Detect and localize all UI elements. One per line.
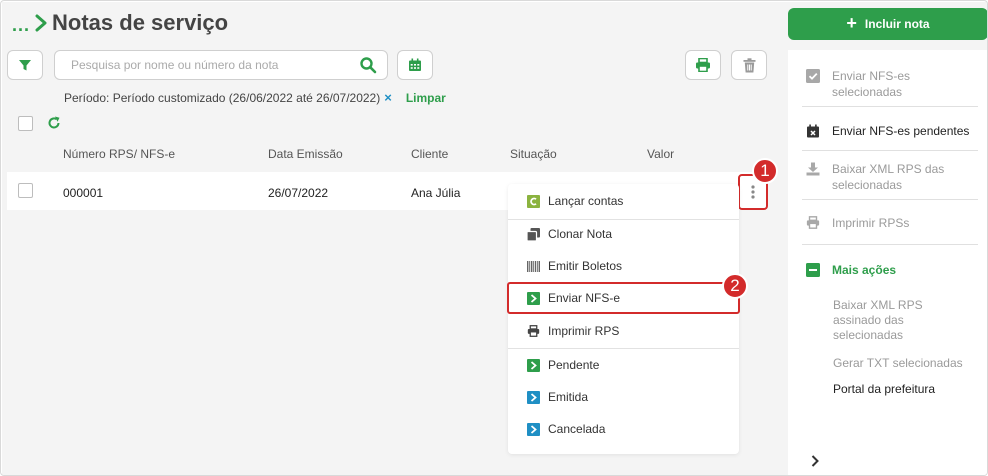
column-header-situacao[interactable]: Situação (510, 147, 557, 161)
row-actions-menu: Lançar contas Clonar Nota Emitir Boletos… (507, 184, 740, 454)
c-square-icon (527, 194, 540, 208)
status-blue-icon (527, 390, 540, 404)
menu-item-pendente[interactable]: Pendente (508, 349, 739, 381)
kebab-menu-icon (751, 185, 755, 199)
calendar-icon (409, 58, 421, 71)
refresh-icon[interactable] (47, 116, 61, 130)
main-area: ... Notas de serviço Período: Período cu… (2, 2, 779, 475)
send-icon (527, 291, 540, 305)
menu-item-label: Enviar NFS-e (548, 291, 621, 305)
action-label: Enviar NFS-es pendentes (832, 124, 970, 138)
panel-divider (802, 106, 978, 107)
action-send-pending[interactable]: Enviar NFS-es pendentes (806, 123, 976, 139)
menu-item-label: Emitida (548, 390, 589, 404)
menu-item-enviar-nfse[interactable]: Enviar NFS-e (507, 282, 740, 314)
callout-badge-1: 1 (752, 158, 778, 184)
search-input[interactable] (55, 51, 345, 79)
row-checkbox[interactable] (18, 183, 33, 198)
column-header-numero[interactable]: Número RPS/ NFS-e (63, 147, 175, 161)
printer-icon (806, 216, 820, 230)
menu-item-label: Pendente (548, 358, 600, 372)
search-box (54, 50, 388, 80)
callout-badge-2: 2 (722, 273, 748, 299)
page-title: Notas de serviço (52, 10, 229, 35)
page-header: ... Notas de serviço (12, 10, 228, 36)
include-note-label: Incluir nota (864, 17, 930, 31)
panel-divider (802, 199, 978, 200)
actions-sidebar: + Incluir nota Enviar NFS-es selecionada… (779, 2, 987, 475)
chevron-right-icon (35, 14, 47, 32)
actions-panel: Enviar NFS-es selecionadas Enviar NFS-es… (788, 50, 987, 475)
select-all-checkbox[interactable] (18, 116, 33, 131)
barcode-icon (527, 260, 540, 273)
status-green-icon (527, 358, 540, 372)
menu-item-cancelada[interactable]: Cancelada (508, 413, 739, 445)
sub-action-city-portal[interactable]: Portal da prefeitura (833, 382, 983, 397)
action-send-selected[interactable]: Enviar NFS-es selecionadas (806, 68, 976, 100)
calendar-button[interactable] (397, 50, 433, 80)
clone-icon (527, 227, 540, 241)
panel-divider (802, 244, 978, 245)
app-frame: ... Notas de serviço Período: Período cu… (0, 0, 988, 476)
printer-icon (696, 58, 710, 72)
download-icon (806, 162, 820, 176)
menu-item-lancar-contas[interactable]: Lançar contas (508, 185, 739, 217)
row-numero: 000001 (63, 186, 104, 200)
column-header-valor[interactable]: Valor (647, 147, 674, 161)
plus-icon: + (846, 12, 857, 33)
sub-action-download-signed-xml[interactable]: Baixar XML RPS assinado das selecionadas (833, 298, 943, 343)
menu-item-label: Imprimir RPS (548, 324, 620, 338)
menu-item-emitida[interactable]: Emitida (508, 381, 739, 413)
action-label: Enviar NFS-es selecionadas (832, 69, 911, 99)
action-label: Baixar XML RPS das selecionadas (832, 162, 945, 192)
filter-icon (19, 60, 31, 71)
panel-divider (802, 150, 978, 151)
row-data: 26/07/2022 (268, 186, 329, 200)
menu-item-label: Emitir Boletos (548, 259, 623, 273)
menu-item-imprimir-rps[interactable]: Imprimir RPS (508, 315, 739, 347)
action-print-rps[interactable]: Imprimir RPSs (806, 215, 976, 231)
menu-item-emitir-boletos[interactable]: Emitir Boletos (508, 250, 739, 282)
print-button[interactable] (685, 50, 721, 80)
row-cliente: Ana Júlia (411, 186, 461, 200)
include-note-button[interactable]: + Incluir nota (788, 8, 987, 40)
clear-button[interactable]: Limpar (406, 91, 446, 105)
menu-item-clonar-nota[interactable]: Clonar Nota (508, 218, 739, 250)
menu-item-label: Clonar Nota (548, 227, 613, 241)
column-header-data[interactable]: Data Emissão (268, 147, 343, 161)
search-icon[interactable] (359, 56, 377, 74)
delete-button[interactable] (731, 50, 767, 80)
sub-action-generate-txt[interactable]: Gerar TXT selecionadas (833, 356, 983, 371)
menu-item-label: Lançar contas (548, 194, 624, 208)
minus-square-icon (806, 263, 820, 277)
column-header-cliente[interactable]: Cliente (411, 147, 448, 161)
action-label: Imprimir RPSs (832, 216, 910, 230)
period-text: Período: Período customizado (26/06/2022… (64, 90, 381, 105)
period-filter: Período: Período customizado (26/06/2022… (64, 90, 446, 105)
menu-item-label: Cancelada (548, 422, 606, 436)
more-actions-label: Mais ações (832, 263, 897, 277)
calendar-x-icon (806, 124, 820, 138)
printer-icon (527, 325, 540, 338)
action-download-xml[interactable]: Baixar XML RPS das selecionadas (806, 161, 976, 193)
breadcrumb-dots[interactable]: ... (12, 15, 30, 36)
status-blue-icon (527, 422, 540, 436)
filter-button[interactable] (7, 50, 43, 80)
trash-icon (743, 57, 755, 72)
clear-period-icon[interactable]: × (384, 90, 392, 105)
more-actions-toggle[interactable]: Mais ações (806, 262, 976, 278)
checkbox-checked-icon (806, 69, 820, 83)
chevron-right-icon[interactable] (810, 454, 820, 468)
